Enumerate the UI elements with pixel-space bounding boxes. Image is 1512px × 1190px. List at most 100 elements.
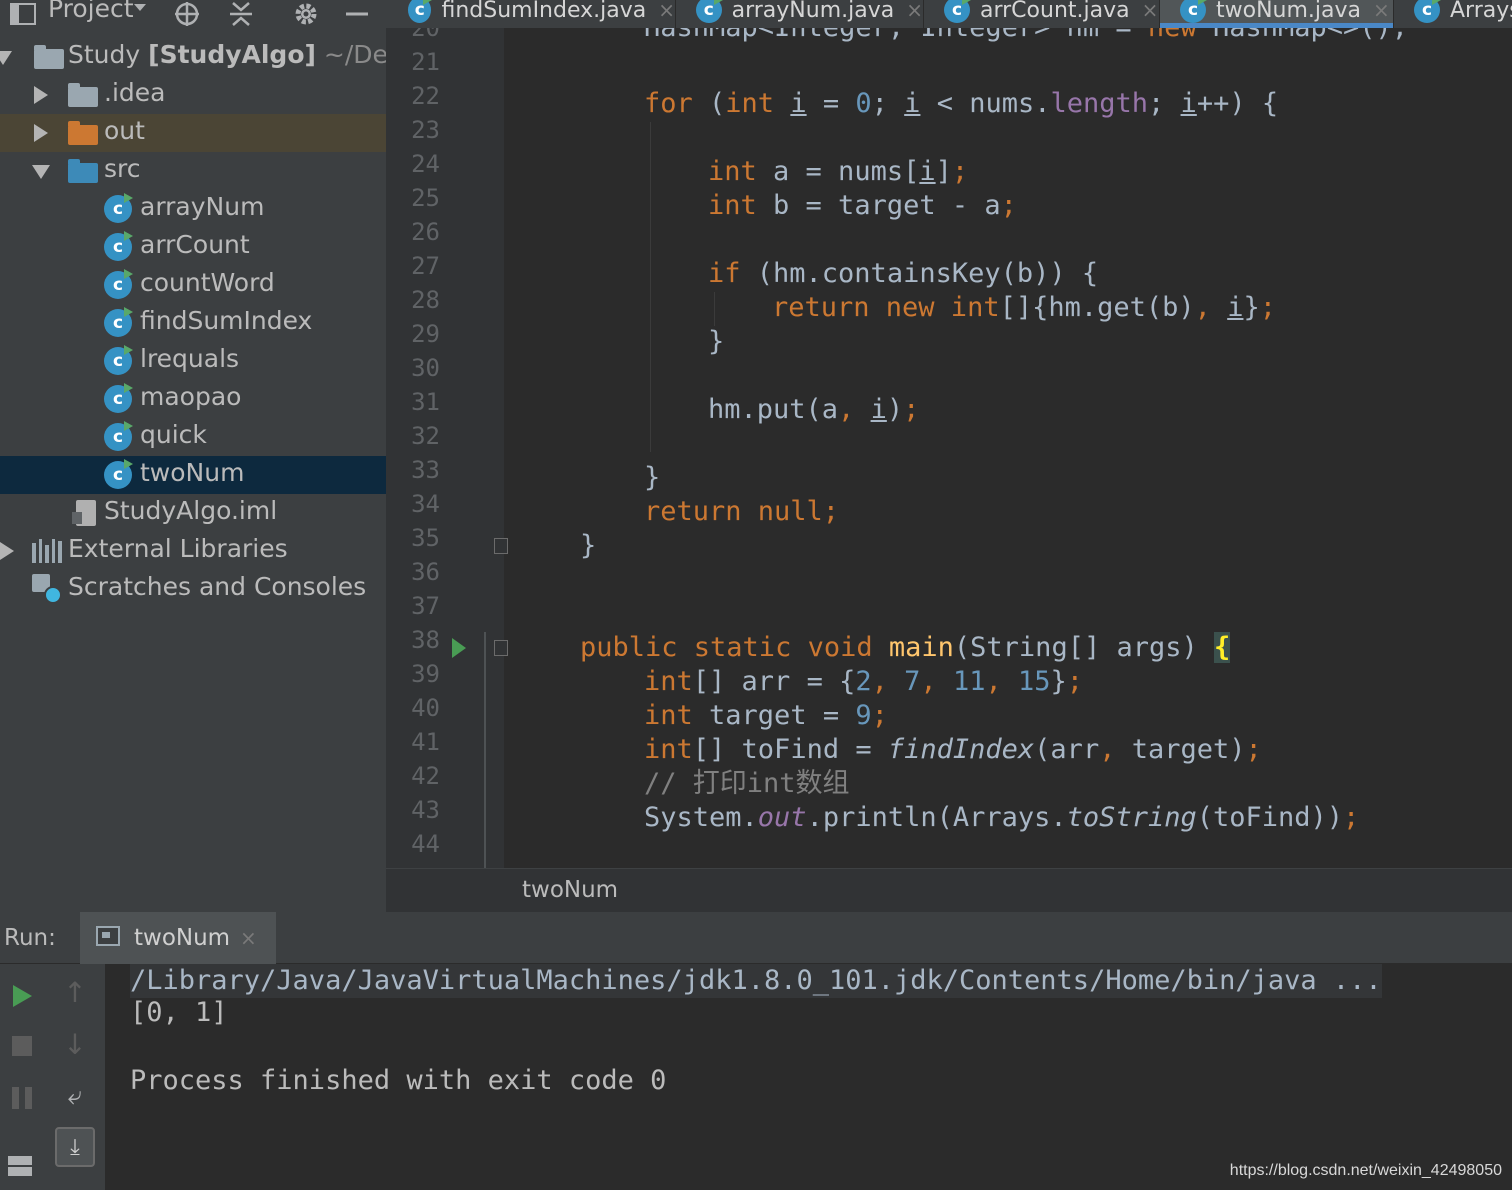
code-line-34: return null; (644, 496, 840, 527)
line-number: 31 (411, 388, 440, 416)
stop-button[interactable] (6, 1030, 38, 1062)
breadcrumb-item[interactable]: twoNum (522, 877, 618, 903)
code-line-39: int[] arr = {2, 7, 11, 15}; (644, 666, 1084, 697)
collapse-all-icon[interactable] (226, 0, 256, 28)
close-icon[interactable]: × (1373, 0, 1390, 22)
java-class-icon: c (944, 0, 971, 23)
expand-arrow-icon[interactable] (0, 542, 14, 560)
project-path: ~/Des (323, 40, 386, 69)
close-icon[interactable]: × (658, 0, 675, 22)
soft-wrap-icon[interactable]: ⤶ (58, 1078, 92, 1114)
arrow-down-icon[interactable]: ↓ (58, 1026, 92, 1062)
libraries-icon (32, 539, 62, 563)
tree-item-quick[interactable]: c quick (0, 418, 386, 456)
tree-item-out[interactable]: out (0, 114, 386, 152)
indent-guide (714, 292, 715, 326)
source-folder-icon (68, 159, 98, 183)
run-gutter-icon[interactable] (452, 638, 466, 658)
scroll-to-end-button[interactable]: ⤓ (55, 1126, 95, 1168)
code-line-27: if (hm.containsKey(b)) { (708, 258, 1099, 289)
code-line-40: int target = 9; (644, 700, 888, 731)
locate-icon[interactable] (172, 0, 202, 28)
tree-item-lrequals[interactable]: c lrequals (0, 342, 386, 380)
tree-item-twonum[interactable]: c twoNum (0, 456, 386, 494)
project-name: Study (68, 40, 141, 69)
tree-item-src[interactable]: src (0, 152, 386, 190)
java-class-icon: c (104, 231, 133, 261)
java-class-icon: c (104, 269, 133, 299)
tab-twonum[interactable]: c twoNum.java × (1160, 0, 1394, 28)
code-line-35: } (580, 530, 597, 561)
tree-item-label: countWord (140, 268, 275, 297)
chevron-down-icon[interactable] (134, 4, 146, 11)
expand-arrow-icon[interactable] (0, 51, 12, 65)
line-number: 28 (411, 286, 440, 314)
line-number: 26 (411, 218, 440, 246)
pause-button[interactable] (6, 1082, 38, 1114)
run-console-icon (96, 926, 120, 946)
tab-arrays[interactable]: c Arrays (1394, 0, 1512, 28)
tab-arraynum[interactable]: c arrayNum.java × (676, 0, 924, 28)
editor-tab-bar: c findSumIndex.java × c arrayNum.java × … (386, 0, 1512, 28)
play-icon (12, 985, 32, 1007)
breadcrumb: twoNum (386, 868, 1512, 912)
watermark: https://blog.csdn.net/weixin_42498050 (1229, 1162, 1502, 1179)
line-number: 38 (411, 626, 440, 654)
console-output-line: [0, 1] (130, 997, 228, 1028)
close-icon[interactable]: × (1142, 0, 1159, 22)
project-view-dropdown[interactable]: Project (48, 0, 134, 23)
tree-item-study-root[interactable]: Study [StudyAlgo] ~/Des (0, 38, 386, 76)
tree-item-label: quick (140, 420, 207, 449)
tree-item-label: lrequals (140, 344, 240, 373)
expand-arrow-icon[interactable] (34, 86, 48, 104)
code-line-29: } (708, 326, 725, 357)
tree-item-countword[interactable]: c countWord (0, 266, 386, 304)
rerun-button[interactable] (6, 980, 38, 1012)
layout-button[interactable] (4, 1150, 36, 1182)
line-number: 36 (411, 558, 440, 586)
java-class-icon: c (408, 0, 433, 23)
gear-icon[interactable] (290, 0, 322, 28)
run-console[interactable]: /Library/Java/JavaVirtualMachines/jdk1.8… (106, 964, 1512, 1190)
close-icon[interactable]: × (240, 926, 257, 950)
tab-findsumindex[interactable]: c findSumIndex.java × (386, 0, 676, 28)
tree-item-maopao[interactable]: c maopao (0, 380, 386, 418)
tab-arrcount[interactable]: c arrCount.java × (924, 0, 1160, 28)
tab-label: arrCount.java (980, 0, 1130, 23)
fold-end-icon[interactable] (494, 538, 508, 554)
tree-item-arrcount[interactable]: c arrCount (0, 228, 386, 266)
scratches-icon (32, 574, 62, 604)
arrow-up-icon[interactable]: ↑ (58, 974, 92, 1010)
tree-item-external-libraries[interactable]: External Libraries (0, 532, 386, 570)
tree-item-label: .idea (104, 78, 166, 107)
tree-item-scratches[interactable]: Scratches and Consoles (0, 570, 386, 608)
fold-start-icon[interactable] (494, 640, 508, 656)
tree-item-arraynum[interactable]: c arrayNum (0, 190, 386, 228)
tree-item-idea[interactable]: .idea (0, 76, 386, 114)
stop-icon (12, 1036, 32, 1056)
expand-arrow-icon[interactable] (34, 124, 48, 142)
project-view-icon[interactable] (8, 0, 38, 28)
close-icon[interactable]: × (906, 0, 923, 22)
indent-guide (650, 122, 651, 452)
tree-item-label: Study [StudyAlgo] ~/Des (68, 40, 386, 69)
tree-item-findsumindex[interactable]: c findSumIndex (0, 304, 386, 342)
tree-item-studyalgo-iml[interactable]: StudyAlgo.iml (0, 494, 386, 532)
code-editor[interactable]: 20 21 22 23 24 25 26 27 28 29 30 31 32 33 34 35 36 37 38 39… (386, 28, 1512, 868)
folder-icon (68, 83, 98, 107)
layout-icon (8, 1156, 32, 1176)
hide-panel-icon[interactable] (342, 0, 372, 28)
module-folder-icon (34, 45, 64, 69)
code-line-28: return new int[]{hm.get(b), i}; (772, 292, 1276, 323)
line-number: 44 (411, 830, 440, 858)
code-line-22: for (int i = 0; i < nums.length; i++) { (644, 88, 1279, 119)
collapse-arrow-icon[interactable] (32, 165, 50, 179)
line-number: 33 (411, 456, 440, 484)
line-number: 35 (411, 524, 440, 552)
code-line-43: System.out.println(Arrays.toString(toFin… (644, 802, 1360, 833)
java-class-icon: c (1180, 0, 1207, 23)
tree-item-label: src (104, 154, 141, 183)
module-file-icon (72, 500, 96, 526)
line-number: 32 (411, 422, 440, 450)
run-tab-twonum[interactable]: twoNum × (80, 912, 276, 964)
